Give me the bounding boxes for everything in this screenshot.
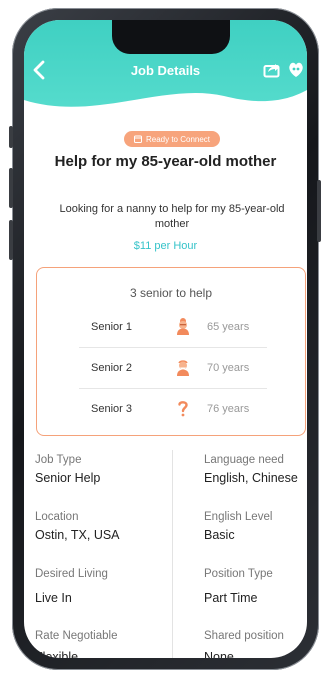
senior-label: Senior 1	[91, 321, 132, 333]
job-details-grid: Job Type Senior Help Language need Engli…	[24, 450, 307, 658]
status-badge: Ready to Connect	[124, 131, 220, 147]
phone-notch	[112, 20, 230, 54]
header-bar: Job Details	[24, 20, 307, 118]
seniors-title: 3 senior to help	[129, 286, 213, 300]
shared-position-label: Shared position	[204, 630, 284, 642]
volume-up-button	[9, 168, 13, 208]
senior-row: Senior 1 65 years	[79, 307, 267, 348]
header-wave	[24, 90, 307, 118]
senior-age: 76 years	[207, 403, 250, 415]
rate-negotiable-value: Flexible	[35, 650, 79, 658]
senior-label: Senior 3	[91, 403, 132, 415]
senior-age: 65 years	[207, 321, 250, 333]
volume-down-button	[9, 220, 13, 260]
senior-row: Senior 2 70 years	[79, 348, 267, 389]
location-value: Ostin, TX, USA	[35, 528, 120, 542]
status-badge-label: Ready to Connect	[145, 134, 211, 144]
job-description: Looking for a nanny to help for my 85-ye…	[59, 203, 285, 230]
desired-living-value: Live In	[35, 591, 72, 605]
hourly-rate: $11 per Hour	[133, 240, 198, 252]
male-senior-icon	[177, 360, 189, 376]
question-mark-icon	[178, 401, 188, 417]
mute-switch	[9, 126, 13, 148]
column-divider	[172, 450, 173, 658]
app-screen: Job Details Ready to Connect Help for my…	[24, 20, 307, 658]
calendar-icon	[133, 135, 142, 143]
senior-label: Senior 2	[91, 362, 132, 374]
desired-living-label: Desired Living	[35, 568, 108, 580]
shared-position-value: None	[204, 650, 234, 658]
app-logo-icon[interactable]	[287, 61, 305, 78]
senior-row: Senior 3 76 years	[79, 389, 267, 429]
location-label: Location	[35, 511, 79, 523]
english-level-value: Basic	[204, 528, 235, 542]
female-senior-icon	[177, 318, 189, 335]
seniors-card: 3 senior to help Senior 1 65 years Senio…	[36, 267, 306, 436]
english-level-label: English Level	[204, 511, 273, 523]
language-label: Language need	[204, 454, 284, 466]
senior-age: 70 years	[207, 362, 250, 374]
job-type-label: Job Type	[35, 454, 82, 466]
share-icon[interactable]	[263, 61, 280, 78]
language-value: English, Chinese	[204, 471, 298, 485]
position-type-value: Part Time	[204, 591, 258, 605]
power-button	[317, 180, 321, 242]
rate-negotiable-label: Rate Negotiable	[35, 630, 118, 642]
job-title: Help for my 85-year-old mother	[54, 153, 277, 170]
position-type-label: Position Type	[204, 568, 273, 580]
job-type-value: Senior Help	[35, 471, 101, 485]
